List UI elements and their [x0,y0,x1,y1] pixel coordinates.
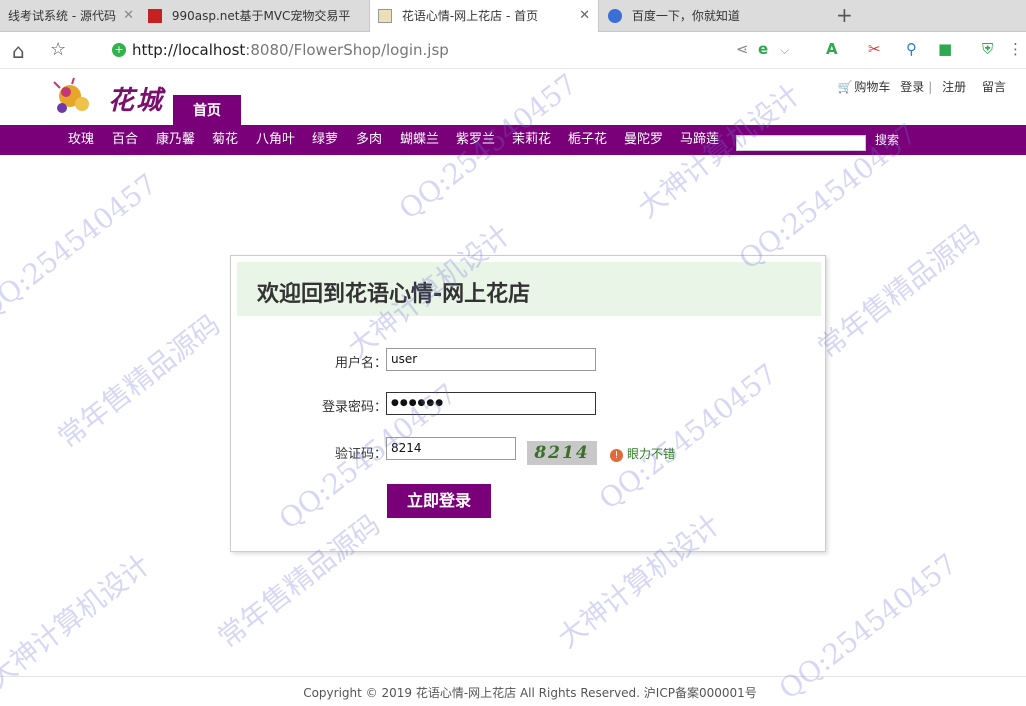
category-link[interactable]: 绿萝 [312,125,338,155]
top-links: 🛒 购物车 登录 | 注册 留言 [831,78,1006,95]
footer-text: Copyright © 2019 花语心情-网上花店 All Rights Re… [303,686,757,700]
favicon-icon [148,8,162,23]
search-input[interactable] [736,135,866,151]
nav-home-tab[interactable]: 首页 [173,95,241,125]
captcha-label: 验证码： [334,447,387,462]
login-panel: 欢迎回到花语心情-网上花店 用户名： user 登录密码： ●●●●●● 验证码… [230,255,826,552]
category-link[interactable]: 曼陀罗 [624,125,663,155]
cart-icon: 🛒 [837,80,853,94]
url-path: :8080/FlowerShop/login.jsp [245,41,449,59]
watermark-text: 常年售精品源码 [811,217,987,365]
address-bar: ⌂ ☆ + http://localhost:8080/FlowerShop/l… [0,32,1026,69]
ie-icon[interactable]: e [758,40,768,58]
logo-text: 花城 [108,86,165,116]
login-button[interactable]: 立即登录 [387,484,491,518]
category-link[interactable]: 玫瑰 [68,125,94,155]
browser-tab-1[interactable]: 线考试系统 - 源代码 ✕ [0,0,140,32]
url-field[interactable]: http://localhost:8080/FlowerShop/login.j… [132,41,449,59]
username-label: 用户名： [334,356,387,371]
browser-tab-bar: 线考试系统 - 源代码 ✕ 990asp.net基于MVC宠物交易平 花语心情-… [0,0,1026,33]
captcha-hint-text: 眼力不错 [627,447,676,461]
captcha-image[interactable]: 8214 [527,441,597,465]
watermark-text: QQ:254540457 [772,547,963,706]
captcha-hint: ! 眼力不错 [610,445,675,462]
password-field[interactable]: ●●●●●● [386,392,596,415]
page-title: 欢迎回到花语心情-网上花店 [257,282,531,307]
category-link[interactable]: 八角叶 [256,125,295,155]
menu-icon[interactable]: ⋮ [1008,40,1023,58]
gamepad-icon[interactable]: ■ [938,40,952,58]
search-tool-icon[interactable]: ⚲ [906,40,917,58]
category-link[interactable]: 紫罗兰 [456,125,495,155]
star-icon[interactable]: ☆ [50,39,66,60]
browser-tab-2[interactable]: 990asp.net基于MVC宠物交易平 [140,0,368,32]
scissors-icon[interactable]: ✂ [868,40,881,58]
cart-link[interactable]: 购物车 [854,80,890,94]
divider: | [928,80,933,94]
chevron-down-icon[interactable]: ⌵ [780,43,789,58]
category-link[interactable]: 菊花 [212,125,238,155]
password-label: 登录密码： [321,400,387,415]
browser-tab-4[interactable]: 百度一下，你就知道 [600,0,828,32]
message-link[interactable]: 留言 [982,80,1006,94]
tab-label: 990asp.net基于MVC宠物交易平 [171,9,351,23]
username-field[interactable]: user [386,348,596,371]
category-bar: 玫瑰 百合 康乃馨 菊花 八角叶 绿萝 多肉 蝴蝶兰 紫罗兰 茉莉花 栀子花 曼… [0,125,1026,155]
category-link[interactable]: 多肉 [356,125,382,155]
shield-icon: + [112,43,126,57]
watermark-text: QQ:254540457 [0,167,163,326]
tab-label: 百度一下，你就知道 [631,9,740,23]
close-icon[interactable]: ✕ [579,0,590,32]
captcha-field[interactable]: 8214 [386,437,516,460]
search-button[interactable]: 搜索 [875,125,899,155]
login-panel-header: 欢迎回到花语心情-网上花店 [237,262,821,316]
watermark-text: 大神计算机设计 [0,547,157,695]
close-icon[interactable]: ✕ [123,0,134,32]
security-icon[interactable]: ⛨ [982,40,993,58]
category-link[interactable]: 蝴蝶兰 [400,125,439,155]
plus-icon[interactable]: + [836,4,853,26]
home-icon[interactable]: ⌂ [12,39,25,63]
category-link[interactable]: 康乃馨 [156,125,195,155]
warning-icon: ! [610,449,623,462]
browser-tab-3[interactable]: 花语心情-网上花店 - 首页 ✕ [369,0,599,33]
baidu-paw-icon [608,8,622,23]
category-link[interactable]: 马蹄莲 [680,125,719,155]
category-link[interactable]: 茉莉花 [512,125,551,155]
category-link[interactable]: 百合 [112,125,138,155]
footer-divider [0,676,1026,677]
favicon-icon [378,8,392,23]
tab-label: 花语心情-网上花店 - 首页 [401,9,539,23]
share-icon[interactable]: ⋖ [736,40,749,58]
translate-icon[interactable]: A [826,40,838,58]
category-link[interactable]: 栀子花 [568,125,607,155]
watermark-text: 常年售精品源码 [51,307,227,455]
tab-label: 线考试系统 - 源代码 [8,9,116,23]
url-host: http://localhost [132,41,246,59]
register-link[interactable]: 注册 [942,80,966,94]
login-link[interactable]: 登录 [900,80,924,94]
